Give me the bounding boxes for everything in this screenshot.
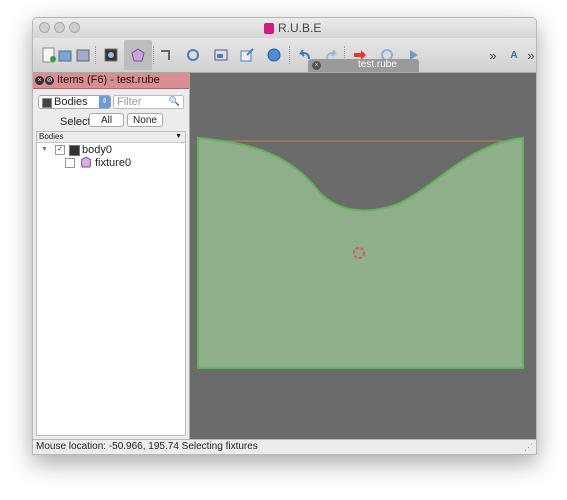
open-icon[interactable] [57,47,73,63]
fixture-icon [80,156,92,171]
bodies-icon [42,98,52,108]
export-icon[interactable] [239,47,255,63]
disclosure-triangle-icon[interactable]: ▼ [41,144,48,156]
scene-view [197,136,524,369]
search-icon: 🔍 [168,96,180,106]
tree-item-label: fixture0 [95,157,132,169]
joint-icon[interactable] [158,47,174,63]
image-icon[interactable] [213,47,229,63]
status-bar: Mouse location: -50.966, 195.74 Selectin… [33,439,536,454]
save-icon[interactable] [75,47,91,63]
app-window: R.U.B.E » A » × ⊘ Items (F6) - test.rube… [32,17,537,455]
close-window-button[interactable] [39,22,50,33]
window-title: R.U.B.E [264,21,321,35]
type-select-value: Bodies [54,96,88,108]
text-icon[interactable]: A [506,47,522,63]
sort-arrow-icon: ▼ [175,133,182,140]
scene-canvas[interactable] [190,73,536,439]
tree-row[interactable]: ▼ ✓ body0 [39,144,184,156]
type-select[interactable]: Bodies ⇕ [38,95,111,109]
rube-logo-icon [264,22,274,34]
fixture-shape[interactable] [197,136,524,369]
title-bar: R.U.B.E [33,18,536,38]
filter-placeholder: Filter [117,96,142,108]
chevron-updown-icon: ⇕ [99,96,110,108]
toolbar: » A » [33,38,536,73]
tree-column-header[interactable]: Bodies ▼ [37,132,185,143]
overflow-icon[interactable]: » [523,47,536,63]
world-icon[interactable] [103,47,119,63]
more-icon[interactable]: » [485,47,501,63]
document-tab[interactable]: × test.rube [308,59,419,72]
visibility-checkbox[interactable] [65,158,75,168]
panel-title: Items (F6) - test.rube [57,74,160,86]
select-none-button[interactable]: None [127,113,163,127]
filter-input[interactable]: Filter 🔍 [113,95,184,109]
close-panel-icon[interactable]: × [35,76,44,85]
zoom-window-button[interactable] [69,22,80,33]
float-panel-icon[interactable]: ⊘ [45,76,54,85]
new-document-icon[interactable] [41,47,57,63]
body-icon [69,145,80,156]
minimize-window-button[interactable] [54,22,65,33]
vertex-icon[interactable] [185,47,201,63]
status-text: Mouse location: -50.966, 195.74 Selectin… [36,441,258,452]
toolbar-separator [95,46,97,64]
toolbar-separator [289,46,291,64]
panel-header: × ⊘ Items (F6) - test.rube [33,73,189,89]
globe-icon[interactable] [266,47,282,63]
items-tree: Bodies ▼ ▼ ✓ body0 fixture0 [36,131,186,436]
fixture-mode-icon[interactable] [130,47,146,63]
select-all-button[interactable]: All [89,113,124,127]
close-tab-icon[interactable]: × [312,61,321,70]
toolbar-separator [153,46,155,64]
tab-label: test.rube [358,59,397,70]
items-panel: × ⊘ Items (F6) - test.rube Bodies ⇕ Filt… [33,73,190,439]
visibility-checkbox[interactable]: ✓ [55,145,65,155]
tree-row[interactable]: fixture0 [39,156,184,171]
resize-grip-icon[interactable]: ⋰ [524,442,533,453]
tree-item-label: body0 [82,144,112,156]
